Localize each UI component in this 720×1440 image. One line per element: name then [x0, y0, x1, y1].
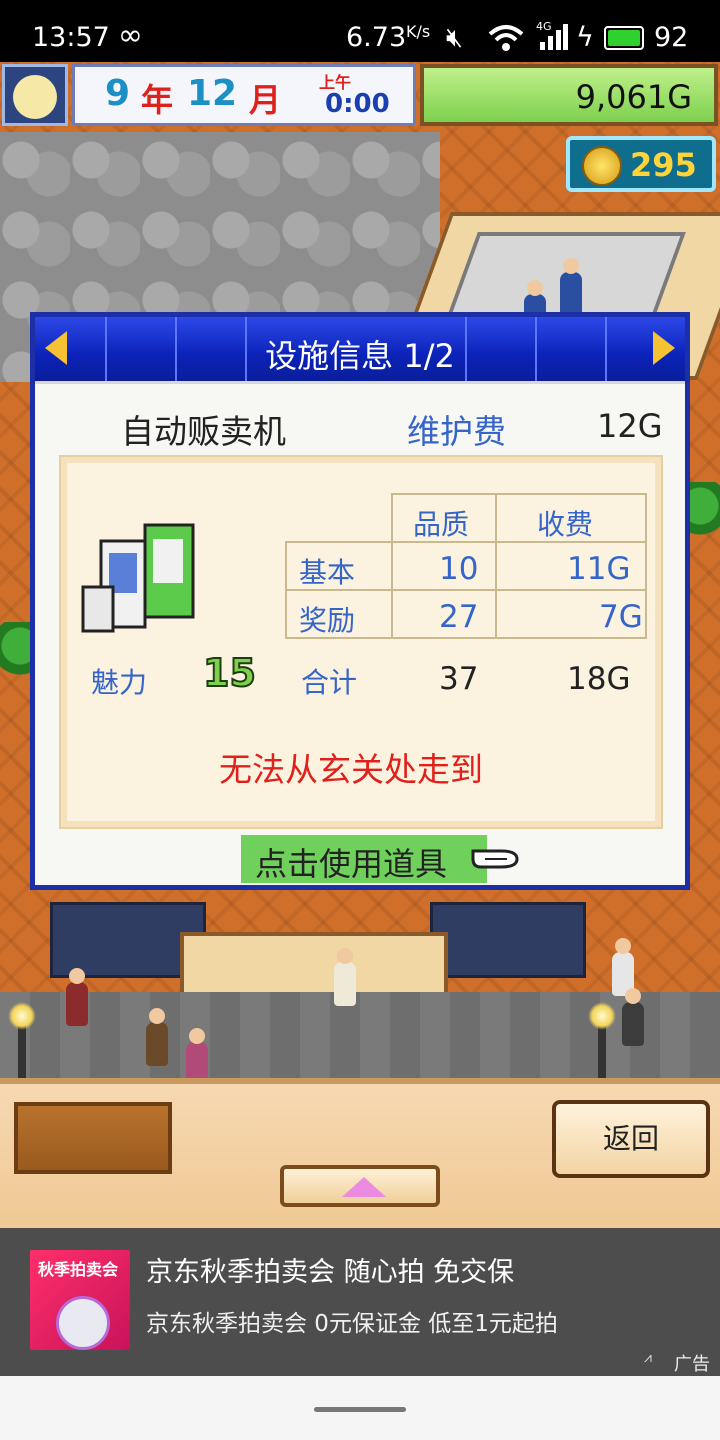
- coin-display[interactable]: 295: [566, 136, 716, 192]
- total-quality: 37: [439, 661, 479, 697]
- basic-fee: 11G: [567, 551, 631, 587]
- use-item-button[interactable]: 点击使用道具: [241, 835, 487, 883]
- pointing-hand-icon: [471, 849, 519, 869]
- ad-brand-icon: ⩘: [644, 1350, 652, 1366]
- ad-title: 京东秋季拍卖会 随心拍 免交保: [146, 1257, 515, 1288]
- wifi-icon: [488, 25, 524, 51]
- time-of-day-indicator: [2, 64, 68, 126]
- shop-roof: [430, 902, 586, 978]
- year-unit: 年: [141, 81, 174, 119]
- infinity-icon: ∞: [118, 18, 143, 53]
- facility-info-dialog: 设施信息 1/2 自动贩卖机 维护费 12G 品质 收费 基本 10 11G 奖…: [30, 312, 690, 890]
- row-bonus-label: 奖励: [299, 604, 356, 637]
- charm-value: 15: [202, 650, 257, 696]
- street-lamp: [8, 1002, 36, 1082]
- stats-panel: 品质 收费 基本 10 11G 奖励 27 7G 魅力 15 合计 37 18G…: [59, 455, 663, 829]
- ad-badge: 广告: [674, 1354, 710, 1375]
- coin-icon: [582, 146, 622, 186]
- total-fee: 18G: [567, 661, 631, 697]
- month-unit: 月: [249, 81, 282, 119]
- watch-icon: [56, 1296, 110, 1350]
- row-basic-label: 基本: [299, 556, 356, 589]
- moon-icon: [13, 75, 57, 119]
- network-unit: K/s: [406, 22, 431, 41]
- money-display: 9,061G: [420, 64, 718, 126]
- up-arrow-icon: [342, 1177, 386, 1197]
- access-warning: 无法从玄关处走到: [219, 750, 483, 789]
- vending-machine-icon: [81, 523, 195, 633]
- bonus-quality: 27: [439, 599, 479, 635]
- expand-menu-button[interactable]: [280, 1165, 440, 1207]
- col-fee-header: 收费: [537, 508, 594, 541]
- ad-banner[interactable]: 秋季拍卖会 京东秋季拍卖会 随心拍 免交保 京东秋季拍卖会 0元保证金 低至1元…: [0, 1228, 720, 1376]
- chef-sprite: [560, 258, 582, 316]
- customer-sprite: [66, 968, 88, 1026]
- year-value: 9: [105, 73, 131, 114]
- customer-sprite: [146, 1008, 168, 1066]
- date-display: 9 年 12 月 上午 0:00: [72, 64, 416, 126]
- dialog-title: 设施信息 1/2: [265, 337, 455, 375]
- battery-icon: [604, 26, 644, 50]
- col-quality-header: 品质: [413, 508, 470, 541]
- upkeep-value: 12G: [597, 407, 663, 445]
- mute-icon: 🔇︎: [446, 22, 464, 53]
- customer-sprite: [334, 948, 356, 1006]
- total-label: 合计: [301, 666, 358, 699]
- bonus-fee: 7G: [599, 599, 643, 635]
- charging-icon: ϟ: [576, 22, 594, 53]
- signal-icon: [540, 24, 568, 50]
- clock-value: 0:00: [325, 89, 390, 119]
- battery-level: 92: [654, 22, 689, 53]
- money-value: 9,061G: [575, 78, 692, 116]
- basic-quality: 10: [439, 551, 479, 587]
- status-time: 13:57: [32, 22, 110, 53]
- dialog-header: 设施信息 1/2: [35, 317, 685, 384]
- street-lamp: [588, 1002, 616, 1082]
- ad-image[interactable]: 秋季拍卖会: [30, 1250, 130, 1350]
- back-button[interactable]: 返回: [552, 1100, 710, 1178]
- upkeep-label: 维护费: [407, 412, 506, 451]
- ad-image-text: 秋季拍卖会: [38, 1260, 119, 1279]
- ad-subtitle: 京东秋季拍卖会 0元保证金 低至1元起拍: [146, 1311, 558, 1337]
- use-item-label: 点击使用道具: [255, 845, 448, 883]
- customer-sprite: [622, 988, 644, 1046]
- charm-label: 魅力: [91, 666, 148, 699]
- coin-value: 295: [630, 146, 697, 184]
- menu-panel-button[interactable]: [14, 1102, 172, 1174]
- month-value: 12: [187, 73, 238, 114]
- network-speed: 6.73: [346, 22, 407, 53]
- next-page-arrow-icon[interactable]: [653, 331, 675, 365]
- facility-name: 自动贩卖机: [121, 412, 286, 451]
- home-gesture-pill[interactable]: [314, 1407, 406, 1412]
- system-nav-bar: [0, 1376, 720, 1440]
